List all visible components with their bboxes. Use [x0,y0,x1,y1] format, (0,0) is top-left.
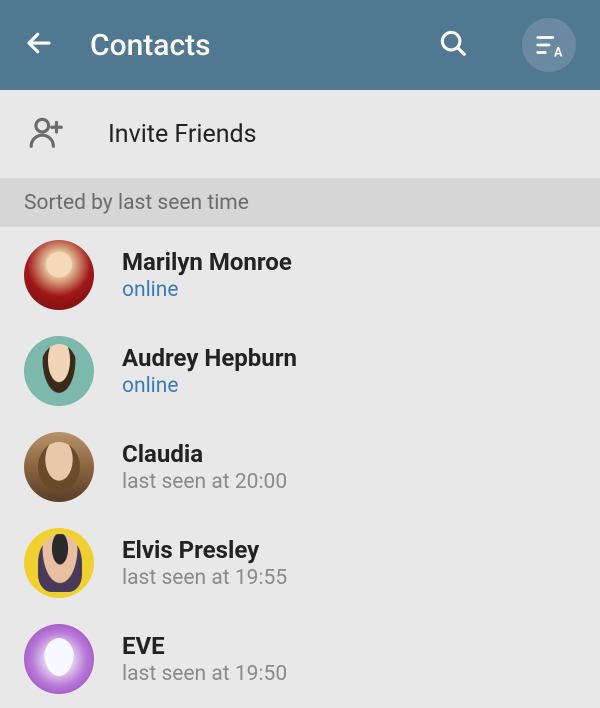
avatar [24,432,94,502]
contact-row[interactable]: EVE last seen at 19:50 [0,611,600,707]
app-header: Contacts A [0,0,600,90]
contact-info: Audrey Hepburn online [122,344,297,398]
avatar [24,240,94,310]
contact-status: last seen at 20:00 [122,470,287,494]
sort-caption: Sorted by last seen time [24,191,249,215]
contact-row[interactable]: Audrey Hepburn online [0,323,600,419]
avatar [24,528,94,598]
contact-name: Audrey Hepburn [122,344,297,372]
invite-friends-label: Invite Friends [108,120,257,149]
contact-info: Elvis Presley last seen at 19:55 [122,536,287,590]
contact-status: last seen at 19:55 [122,566,287,590]
sort-caption-row: Sorted by last seen time [0,179,600,227]
invite-friends-row[interactable]: Invite Friends [0,90,600,179]
contact-status: online [122,278,292,302]
contact-row[interactable]: Claudia last seen at 20:00 [0,419,600,515]
contact-status: online [122,374,297,398]
contact-name: Elvis Presley [122,536,287,564]
contact-name: Claudia [122,440,287,468]
contact-status: last seen at 19:50 [122,662,287,686]
contacts-list: Marilyn Monroe online Audrey Hepburn onl… [0,227,600,707]
contact-info: Marilyn Monroe online [122,248,292,302]
contact-info: Claudia last seen at 20:00 [122,440,287,494]
contact-row[interactable]: Marilyn Monroe online [0,227,600,323]
contact-info: EVE last seen at 19:50 [122,632,287,686]
avatar [24,336,94,406]
search-icon[interactable] [438,28,468,62]
back-icon[interactable] [24,28,54,62]
page-title: Contacts [90,28,402,63]
add-person-icon [28,113,66,155]
contact-name: EVE [122,632,287,660]
contact-name: Marilyn Monroe [122,248,292,276]
contact-row[interactable]: Elvis Presley last seen at 19:55 [0,515,600,611]
svg-text:A: A [554,45,563,60]
avatar [24,624,94,694]
sort-alpha-button[interactable]: A [522,18,576,72]
